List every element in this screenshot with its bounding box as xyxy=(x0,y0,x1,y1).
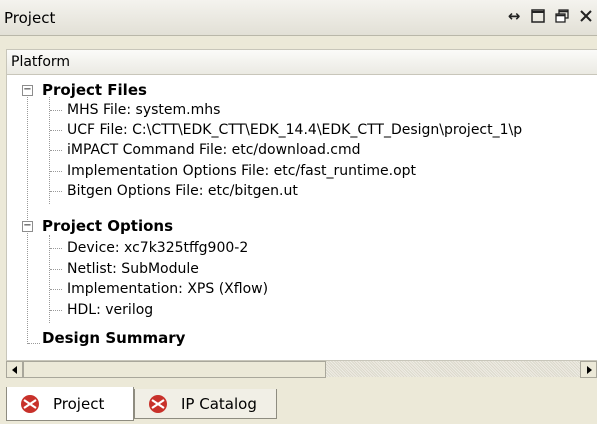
tree-root-line xyxy=(27,91,28,344)
collapse-icon[interactable]: − xyxy=(22,85,33,96)
panel-titlebar: Project ↔ xyxy=(0,0,597,36)
xilinx-icon xyxy=(149,394,167,413)
tree-node-design-summary[interactable]: Design Summary xyxy=(42,329,185,348)
xilinx-icon xyxy=(21,394,39,413)
tree-connector xyxy=(50,150,62,151)
tree-item-netlist[interactable]: Netlist: SubModule xyxy=(67,260,199,279)
tab-project[interactable]: Project xyxy=(6,387,134,421)
project-tree: − Project Files MHS File: system.mhs UCF… xyxy=(6,75,597,360)
scrollbar-thumb[interactable] xyxy=(23,361,326,378)
scroll-right-icon[interactable] xyxy=(580,361,597,378)
tree-item-device[interactable]: Device: xc7k325tffg900-2 xyxy=(67,239,248,258)
tree-connector xyxy=(50,269,62,270)
restore-icon[interactable] xyxy=(553,6,571,26)
tree-item-implementation[interactable]: Implementation: XPS (Xflow) xyxy=(67,280,268,299)
tree-connector xyxy=(28,343,40,344)
scroll-left-icon[interactable] xyxy=(6,361,23,378)
close-icon[interactable] xyxy=(577,6,595,26)
tree-connector xyxy=(50,248,62,249)
tree-node-label: Project Options xyxy=(42,217,174,235)
tree-connector xyxy=(50,289,62,290)
panel-controls: ↔ xyxy=(505,6,595,26)
tree-connector xyxy=(50,191,62,192)
tree-connector xyxy=(50,310,62,311)
collapse-icon[interactable]: − xyxy=(22,221,33,232)
panel-tabs: Project IP Catalog xyxy=(0,387,597,424)
tree-node-label: Project Files xyxy=(42,81,147,99)
platform-column-label: Platform xyxy=(11,54,71,70)
tree-connector xyxy=(50,171,62,172)
tab-label: IP Catalog xyxy=(181,394,257,413)
horizontal-scrollbar[interactable] xyxy=(6,360,597,378)
tab-ip-catalog[interactable]: IP Catalog xyxy=(134,389,277,419)
tree-item-bitgen-options-file[interactable]: Bitgen Options File: etc/bitgen.ut xyxy=(67,182,298,201)
tree-item-ucf-file[interactable]: UCF File: C:\CTT\EDK_CTT\EDK_14.4\EDK_CT… xyxy=(67,121,522,140)
panel-title: Project xyxy=(4,9,56,27)
platform-column-header[interactable]: Platform xyxy=(6,49,597,75)
tree-item-implementation-options-file[interactable]: Implementation Options File: etc/fast_ru… xyxy=(67,162,416,181)
tree-connector xyxy=(50,130,62,131)
tab-label: Project xyxy=(53,394,105,413)
tree-item-mhs-file[interactable]: MHS File: system.mhs xyxy=(67,101,220,120)
tree-item-impact-command-file[interactable]: iMPACT Command File: etc/download.cmd xyxy=(67,141,361,160)
move-icon[interactable]: ↔ xyxy=(505,6,523,26)
maximize-icon[interactable] xyxy=(529,6,547,26)
tree-connector xyxy=(50,110,62,111)
tree-item-hdl[interactable]: HDL: verilog xyxy=(67,301,153,320)
